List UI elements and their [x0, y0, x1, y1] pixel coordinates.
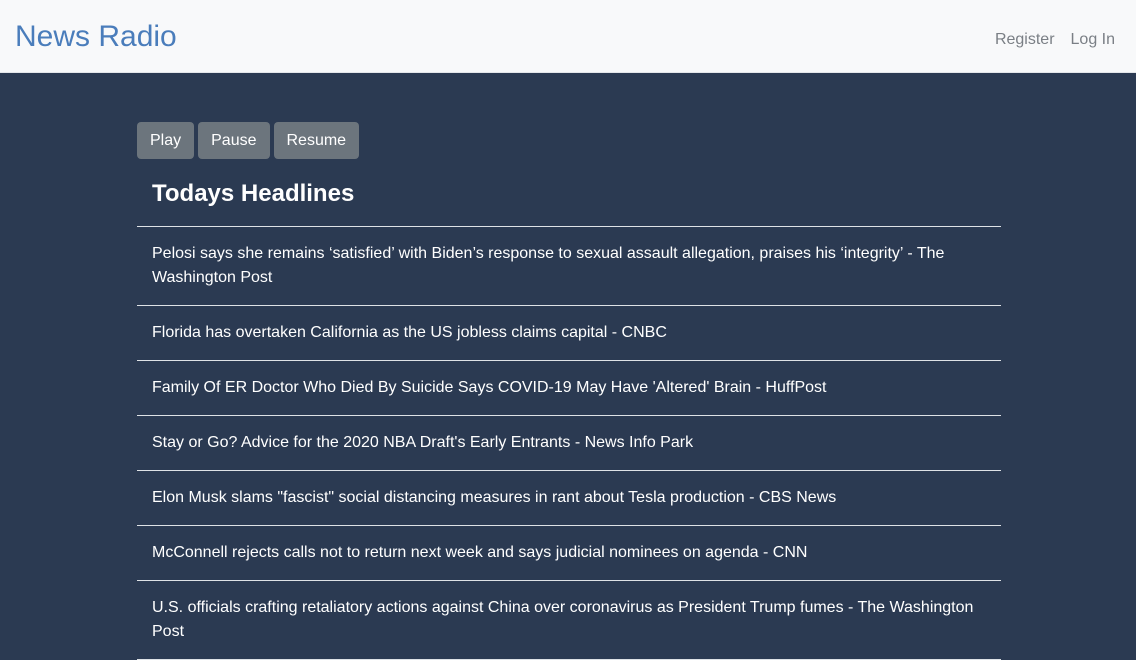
headline-link[interactable]: McConnell rejects calls not to return ne…	[152, 544, 807, 561]
headlines-title: Todays Headlines	[137, 159, 1001, 227]
headline-item: McConnell rejects calls not to return ne…	[137, 526, 1001, 581]
headline-item: Stay or Go? Advice for the 2020 NBA Draf…	[137, 416, 1001, 471]
headline-link[interactable]: U.S. officials crafting retaliatory acti…	[152, 599, 973, 640]
headline-link[interactable]: Elon Musk slams "fascist" social distanc…	[152, 489, 836, 506]
headline-item: Family Of ER Doctor Who Died By Suicide …	[137, 361, 1001, 416]
headline-item: Florida has overtaken California as the …	[137, 306, 1001, 361]
headline-link[interactable]: Florida has overtaken California as the …	[152, 324, 667, 341]
pause-button[interactable]: Pause	[198, 122, 270, 159]
headline-item: U.S. officials crafting retaliatory acti…	[137, 581, 1001, 660]
login-link[interactable]: Log In	[1071, 30, 1115, 50]
nav-links: Register Log In	[979, 30, 1115, 50]
headline-link[interactable]: Pelosi says she remains ‘satisfied’ with…	[152, 245, 944, 286]
playback-controls: Play Pause Resume	[137, 122, 1001, 159]
register-link[interactable]: Register	[995, 30, 1055, 50]
headline-link[interactable]: Stay or Go? Advice for the 2020 NBA Draf…	[152, 434, 693, 451]
headline-link[interactable]: Family Of ER Doctor Who Died By Suicide …	[152, 379, 826, 396]
headlines-list: Pelosi says she remains ‘satisfied’ with…	[137, 227, 1001, 660]
play-button[interactable]: Play	[137, 122, 195, 159]
resume-button[interactable]: Resume	[273, 122, 360, 159]
top-navbar: News Radio Register Log In	[0, 0, 1136, 73]
headline-item: Elon Musk slams "fascist" social distanc…	[137, 471, 1001, 526]
headline-item: Pelosi says she remains ‘satisfied’ with…	[137, 227, 1001, 306]
main-content: Play Pause Resume Todays Headlines Pelos…	[137, 122, 1001, 660]
brand-logo-link[interactable]: News Radio	[15, 19, 177, 55]
